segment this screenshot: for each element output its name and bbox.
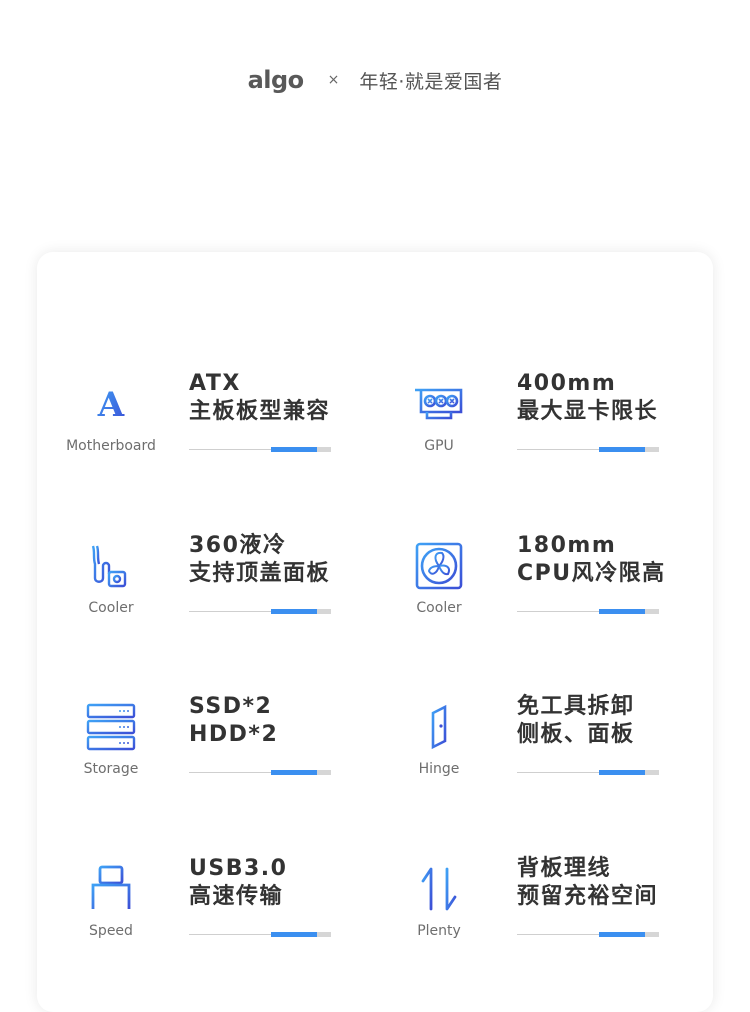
feature-title: SSD*2 HDD*2 — [189, 693, 278, 749]
feature-title-line-1: 免工具拆卸 — [517, 694, 635, 719]
feature-accent-bar — [517, 608, 661, 614]
feature-title-line-2: CPU风冷限高 — [517, 561, 666, 586]
side-panel-hinge-icon — [411, 699, 467, 755]
header: algo × 年轻·就是爱国者 — [0, 58, 750, 102]
feature-title-line-1: 180mm — [517, 533, 617, 558]
feature-title: 背板理线 预留充裕空间 — [517, 855, 658, 911]
feature-title-line-2: 支持顶盖面板 — [189, 561, 331, 586]
liquid-cooler-icon — [83, 538, 139, 594]
feature-accent-bar — [517, 446, 661, 452]
atx-letter-icon: A — [83, 376, 139, 432]
feature-title-line-2: 主板板型兼容 — [189, 399, 331, 424]
storage-drives-icon — [83, 699, 139, 755]
feature-cable-management: Plenty 背板理线 预留充裕空间 — [393, 855, 723, 955]
gpu-card-icon — [411, 376, 467, 432]
feature-hinge: Hinge 免工具拆卸 侧板、面板 — [393, 693, 723, 793]
feature-title-line-1: SSD*2 — [189, 694, 273, 719]
feature-title: 180mm CPU风冷限高 — [517, 532, 666, 588]
feature-title-line-2: 最大显卡限长 — [517, 399, 659, 424]
feature-title-line-1: 400mm — [517, 371, 617, 396]
feature-accent-bar — [189, 931, 333, 937]
feature-title-line-1: USB3.0 — [189, 856, 288, 881]
features-card: A Motherboard ATX 主板板型兼容 GPU 400mm 最大显卡限… — [37, 252, 713, 1012]
feature-title-line-2: 侧板、面板 — [517, 722, 635, 747]
feature-storage: Storage SSD*2 HDD*2 — [65, 693, 395, 793]
feature-caption: Storage — [83, 761, 139, 777]
cable-management-arrows-icon — [411, 861, 467, 917]
feature-liquid-cooler: Cooler 360液冷 支持顶盖面板 — [65, 532, 395, 632]
feature-motherboard: A Motherboard ATX 主板板型兼容 — [65, 370, 395, 470]
feature-title-line-1: 360液冷 — [189, 533, 287, 558]
feature-title: 360液冷 支持顶盖面板 — [189, 532, 330, 588]
feature-accent-bar — [189, 769, 333, 775]
feature-title-line-1: ATX — [189, 371, 241, 396]
feature-caption: Plenty — [417, 923, 461, 939]
feature-title: ATX 主板板型兼容 — [189, 370, 330, 426]
feature-gpu: GPU 400mm 最大显卡限长 — [393, 370, 723, 470]
algo-logo: algo — [247, 66, 305, 94]
feature-accent-bar — [189, 446, 333, 452]
svg-text:A: A — [97, 385, 125, 425]
feature-accent-bar — [517, 931, 661, 937]
feature-title-line-2: 高速传输 — [189, 884, 284, 909]
usb-port-icon — [83, 861, 139, 917]
feature-accent-bar — [189, 608, 333, 614]
feature-accent-bar — [517, 769, 661, 775]
feature-cpu-cooler: Cooler 180mm CPU风冷限高 — [393, 532, 723, 632]
feature-title: 免工具拆卸 侧板、面板 — [517, 693, 635, 749]
feature-title: USB3.0 高速传输 — [189, 855, 287, 911]
feature-caption: Cooler — [416, 600, 462, 616]
fan-icon — [411, 538, 467, 594]
feature-caption: Motherboard — [66, 438, 156, 454]
feature-caption: Hinge — [418, 761, 460, 777]
feature-title-line-2: 预留充裕空间 — [517, 884, 659, 909]
feature-caption: Speed — [89, 923, 133, 939]
feature-title-line-1: 背板理线 — [517, 856, 612, 881]
collab-separator: × — [327, 72, 340, 88]
feature-title: 400mm 最大显卡限长 — [517, 370, 658, 426]
feature-caption: Cooler — [88, 600, 134, 616]
slogan-logo: 年轻·就是爱国者 — [359, 70, 503, 93]
feature-caption: GPU — [424, 438, 454, 454]
feature-usb: Speed USB3.0 高速传输 — [65, 855, 395, 955]
feature-title-line-2: HDD*2 — [189, 722, 279, 747]
